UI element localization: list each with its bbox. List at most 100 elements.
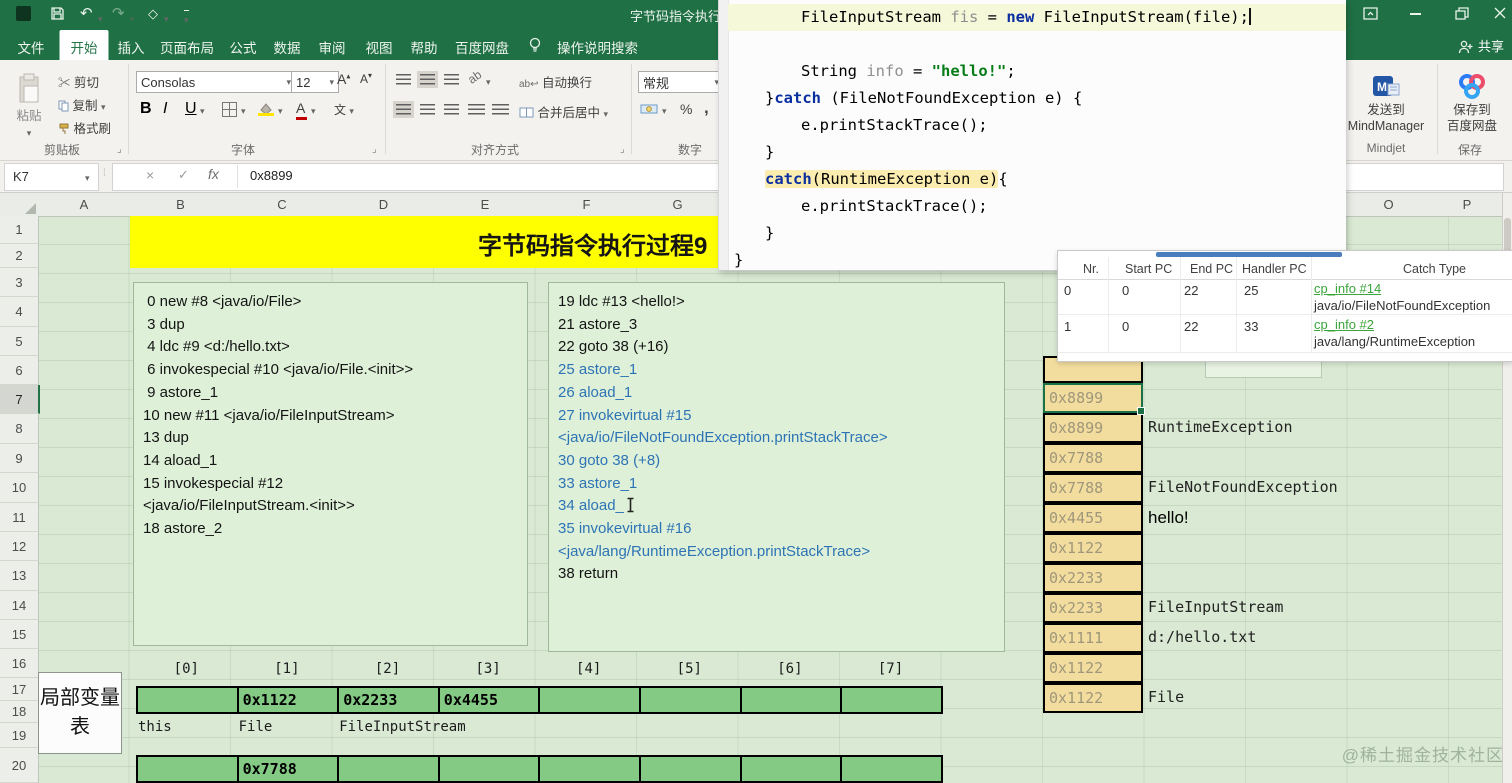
row-header-1[interactable]: 1 [0,216,39,244]
minimize-button[interactable] [1410,13,1421,15]
enter-icon[interactable]: ✓ [178,167,189,183]
redo-icon[interactable]: ↷ [112,5,125,23]
stack-cell[interactable]: 0x2233 [1043,563,1143,593]
number-format-combo[interactable]: 常规 ▾ [638,71,724,93]
stack-cell[interactable]: 0x7788 [1043,473,1143,503]
ribbon-tab-10[interactable]: 百度网盘 [446,32,518,62]
name-box[interactable]: K7 ▾ [4,163,99,191]
column-header-B[interactable]: B [130,193,232,217]
column-header-D[interactable]: D [333,193,435,217]
lvt-cell-row1-0[interactable] [136,686,239,714]
lvt-cell-row1-4[interactable] [538,686,641,714]
formula-bar-grip[interactable]: ⁞ [103,168,107,179]
row-header-19[interactable]: 19 [0,723,39,748]
paste-icon[interactable] [16,72,42,104]
ribbon-tab-1[interactable]: 文件 [9,32,54,62]
underline-button[interactable]: U [185,100,197,118]
stack-cell[interactable]: 0x1122 [1043,683,1143,713]
bold-button[interactable]: B [140,100,152,118]
row-header-2[interactable]: 2 [0,244,39,268]
lvt-cell-row1-1[interactable]: 0x1122 [236,686,340,714]
stack-cell[interactable]: 0x2233 [1043,593,1143,623]
cp-info-link[interactable]: cp_info #2 [1314,317,1374,332]
align-center-icon[interactable] [420,104,435,115]
column-header-O[interactable]: O [1345,193,1433,217]
wrap-text-button[interactable]: ab↩ 自动换行 [519,72,592,91]
exception-table-overlay[interactable]: Nr. Start PC End PC Handler PC Catch Typ… [1057,250,1512,362]
ribbon-tab-9[interactable]: 帮助 [402,32,447,62]
lvt-cell-row1-5[interactable] [639,686,742,714]
select-all-corner[interactable] [0,193,39,217]
column-header-C[interactable]: C [231,193,334,217]
font-color-icon[interactable]: A [296,100,307,120]
ribbon-tab-3[interactable]: 插入 [109,32,154,62]
lvt-cell-row1-7[interactable] [840,686,943,714]
font-size-combo[interactable]: 12 ▾ [291,71,339,93]
accounting-format-icon[interactable] [640,102,658,120]
tell-me-search[interactable]: 操作说明搜索 [548,32,647,62]
restore-button[interactable] [1455,7,1469,20]
undo-dropdown-icon[interactable]: ▾ [98,10,103,28]
row-header-15[interactable]: 15 [0,620,39,649]
lvt-cell-row2-4[interactable] [538,755,641,783]
underline-dropdown-icon[interactable]: ▾ [200,106,205,117]
decrease-indent-icon[interactable] [468,104,485,115]
ribbon-tab-5[interactable]: 公式 [221,32,266,62]
column-header-G[interactable]: G [637,193,719,217]
undo-icon[interactable]: ↶ [80,5,93,23]
bytecode-box-right[interactable]: 19 ldc #13 <hello!> 21 astore_3 22 goto 38… [548,282,1005,652]
row-header-12[interactable]: 12 [0,532,39,561]
row-header-10[interactable]: 10 [0,473,39,503]
accounting-dropdown-icon[interactable]: ▾ [662,106,667,117]
column-header-A[interactable]: A [38,193,131,217]
lvt-cell-row1-3[interactable]: 0x4455 [437,686,541,714]
row-header-11[interactable]: 11 [0,503,39,532]
bytecode-box-left[interactable]: 0 new #8 <java/io/File> 3 dup 4 ldc #9 <… [133,282,528,646]
ribbon-tab-2[interactable]: 开始 [59,30,109,64]
ink-shape-icon[interactable]: ◇ [148,5,158,23]
lvt-cell-row2-0[interactable] [136,755,239,783]
name-box-dropdown-icon[interactable]: ▾ [85,173,90,184]
orientation-dropdown-icon[interactable]: ▾ [486,77,491,88]
lvt-cell-row2-1[interactable]: 0x7788 [236,755,340,783]
alignment-dialog-launcher[interactable]: ⌟ [620,144,625,155]
qat-customize-icon[interactable]: ▾ [184,10,189,29]
orientation-icon[interactable]: ab [465,67,484,86]
ribbon-tab-4[interactable]: 页面布局 [151,32,223,62]
row-header-17[interactable]: 17 [0,678,39,701]
increase-indent-icon[interactable] [492,104,509,115]
align-left-icon[interactable] [393,101,414,118]
align-top-icon[interactable] [396,74,411,85]
percent-style-button[interactable]: % [680,101,692,117]
lvt-cell-row2-7[interactable] [840,755,943,783]
lvt-cell-row2-5[interactable] [639,755,742,783]
ribbon-display-icon[interactable] [1363,7,1378,20]
align-middle-icon[interactable] [417,71,438,88]
row-header-7[interactable]: 7 [0,385,40,414]
save-icon[interactable] [50,6,65,21]
ribbon-tab-8[interactable]: 视图 [357,32,402,62]
borders-icon[interactable] [222,102,237,117]
stack-cell[interactable]: 0x8899 [1043,413,1143,443]
phonetic-guide-button[interactable]: 文 ▾ [334,101,354,118]
font-dialog-launcher[interactable]: ⌟ [372,144,377,155]
stack-cell[interactable]: 0x1122 [1043,653,1143,683]
comma-style-button[interactable]: , [704,98,709,118]
lvt-cell-row1-2[interactable]: 0x2233 [337,686,440,714]
font-name-combo[interactable]: Consolas ▾ [136,71,296,93]
send-to-mindmanager-button[interactable]: 发送到 MindManager [1348,102,1424,134]
align-right-icon[interactable] [444,104,459,115]
stack-cell[interactable]: 0x4455 [1043,503,1143,533]
ribbon-tab-7[interactable]: 审阅 [310,32,355,62]
copy-button[interactable]: 复制 ▾ [58,95,106,114]
close-button[interactable] [1494,7,1506,19]
share-button[interactable]: 共享 [1458,36,1504,55]
mindmanager-icon[interactable]: M [1372,72,1400,100]
fx-icon[interactable]: fx [208,166,219,182]
save-to-baidu-button[interactable]: 保存到 百度网盘 [1447,102,1497,134]
italic-button[interactable]: I [163,100,167,118]
column-header-E[interactable]: E [434,193,537,217]
redo-dropdown-icon[interactable]: ▾ [130,10,135,28]
code-editor-overlay[interactable]: FileInputStream fis = new FileInputStrea… [718,0,1346,271]
row-header-18[interactable]: 18 [0,701,39,723]
